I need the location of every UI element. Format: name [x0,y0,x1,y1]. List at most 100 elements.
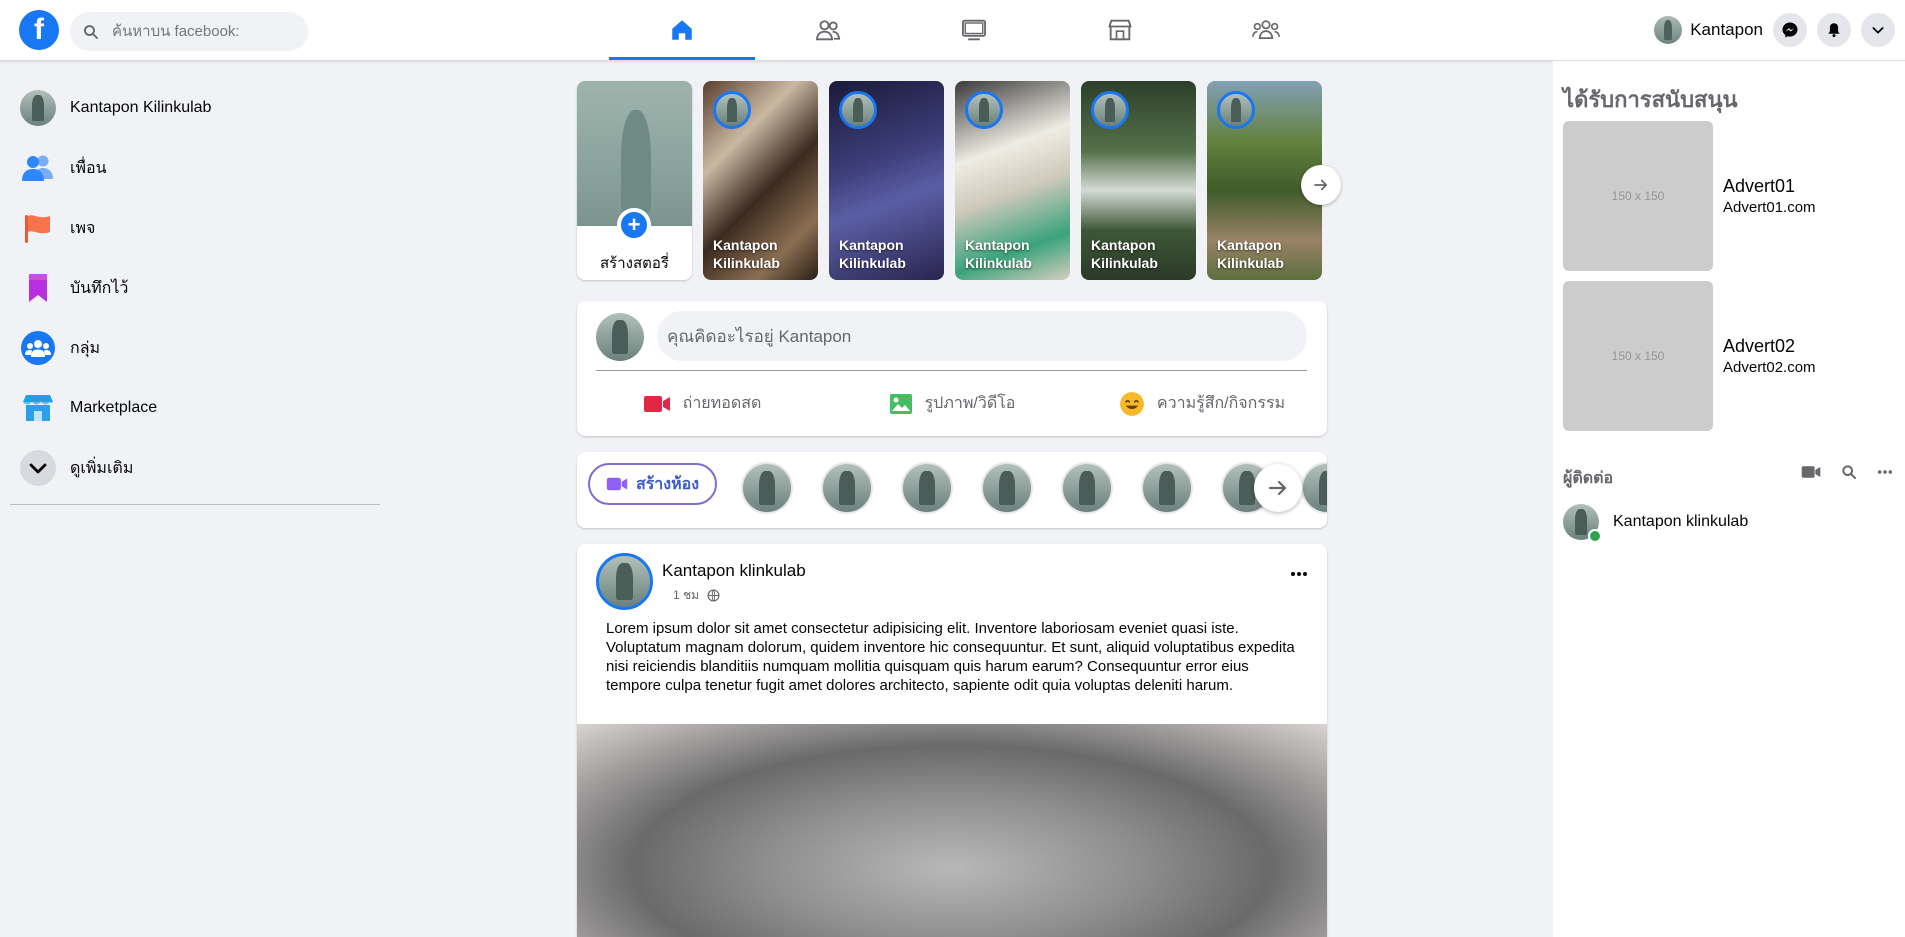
live-video-button[interactable]: ถ่ายทอดสด [577,381,827,426]
avatar [20,90,56,126]
story-name: Kantapon Kilinkulab [839,237,906,271]
feeling-activity-button[interactable]: ความรู้สึก/กิจกรรม [1077,381,1327,426]
room-avatar[interactable] [901,462,953,514]
post-options-button[interactable] [1287,564,1311,584]
ad-placeholder: 150 x 150 [1611,189,1665,203]
post-author[interactable]: Kantapon klinkulab [662,561,806,581]
plus-icon[interactable]: + [617,208,651,242]
story-card[interactable]: Kantapon Kilinkulab [829,81,944,280]
post-image[interactable] [577,724,1327,937]
create-story-card[interactable]: + สร้างสตอรี่ [577,81,692,280]
composer-divider [596,370,1307,371]
rooms-next-button[interactable] [1254,464,1302,512]
avatar[interactable] [596,553,653,610]
notifications-button[interactable] [1817,13,1851,47]
tab-watch[interactable] [901,0,1047,60]
post-meta: 1 ชม [673,586,720,605]
create-room-button[interactable]: สร้างห้อง [588,463,717,505]
avatar [1217,91,1255,129]
sidebar-item-saved[interactable]: บันทึกไว้ [10,258,380,318]
messenger-icon [1782,22,1798,38]
composer-input[interactable]: คุณคิดอะไรอยู่ Kantapon [657,311,1307,361]
story-card[interactable]: Kantapon Kilinkulab [703,81,818,280]
avatar [965,91,1003,129]
messenger-button[interactable] [1773,13,1807,47]
post-composer: คุณคิดอะไรอยู่ Kantapon ถ่ายทอดสด รูปภาพ… [577,301,1327,436]
facebook-logo[interactable]: f [19,10,59,50]
globe-icon [707,589,720,602]
avatar [839,91,877,129]
room-avatar[interactable] [741,462,793,514]
room-avatar[interactable] [1301,462,1327,514]
friends-icon [815,20,841,41]
sponsored-title: ได้รับการสนับสนุน [1563,87,1738,112]
right-sidebar: ได้รับการสนับสนุน 150 x 150 Advert01 Adv… [1553,61,1905,937]
tab-groups[interactable] [1193,0,1339,60]
search-input[interactable] [112,23,282,40]
tab-home[interactable] [609,0,755,60]
sidebar-item-pages[interactable]: เพจ [10,198,380,258]
more-horizontal-icon[interactable] [1877,464,1893,480]
tab-marketplace[interactable] [1047,0,1193,60]
video-camera-icon [606,477,628,491]
stories-next-button[interactable] [1301,165,1341,205]
ad-image[interactable]: 150 x 150 [1563,121,1713,271]
room-avatar[interactable] [821,462,873,514]
chevron-down-icon [20,450,56,486]
search-box[interactable] [70,12,308,51]
live-video-label: ถ่ายทอดสด [682,395,762,412]
video-camera-icon[interactable] [1801,464,1821,480]
room-avatar[interactable] [1141,462,1193,514]
feeling-activity-label: ความรู้สึก/กิจกรรม [1156,395,1286,412]
marketplace-icon [23,395,53,421]
contact-item[interactable]: Kantapon klinkulab [1563,504,1748,543]
sidebar-item-label: เพื่อน [70,159,107,177]
story-card[interactable]: Kantapon Kilinkulab [1081,81,1196,280]
marketplace-icon [1108,19,1132,41]
contacts-title: ผู้ติดต่อ [1563,470,1614,487]
search-icon[interactable] [1841,464,1857,480]
smiley-icon [1119,391,1144,416]
ad-url[interactable]: Advert02.com [1723,359,1816,376]
photo-video-button[interactable]: รูปภาพ/วิดีโอ [827,381,1077,426]
avatar [1654,16,1683,44]
avatar [713,91,751,129]
room-avatar[interactable] [981,462,1033,514]
profile-chip[interactable]: Kantapon [1654,16,1763,44]
arrow-right-icon [1268,480,1287,496]
sidebar-item-label: ดูเพิ่มเติม [70,459,134,477]
avatar [1563,504,1602,543]
ad-name[interactable]: Advert02 [1723,336,1795,357]
sidebar-item-label: เพจ [70,219,96,237]
sidebar-item-label: บันทึกไว้ [70,279,129,297]
sidebar-item-profile[interactable]: Kantapon Kilinkulab [10,78,380,138]
sidebar-item-friends[interactable]: เพื่อน [10,138,380,198]
ad-url[interactable]: Advert01.com [1723,199,1816,216]
post-time[interactable]: 1 ชม [673,586,699,605]
watch-icon [961,19,987,41]
ad-placeholder: 150 x 150 [1611,349,1665,363]
sidebar-item-see-more[interactable]: ดูเพิ่มเติม [10,438,380,498]
tab-friends[interactable] [755,0,901,60]
composer-actions: ถ่ายทอดสด รูปภาพ/วิดีโอ ความรู้สึก/กิจกร… [577,381,1327,426]
rooms-bar: สร้างห้อง [577,452,1327,528]
sidebar-item-label: Kantapon Kilinkulab [70,99,212,116]
sidebar-item-marketplace[interactable]: Marketplace [10,378,380,438]
video-camera-icon [643,395,670,412]
sidebar-item-label: กลุ่ม [70,339,101,357]
arrow-right-icon [1314,179,1328,191]
main-nav-tabs [609,0,1339,60]
create-room-label: สร้างห้อง [635,475,700,493]
story-name: Kantapon Kilinkulab [1091,237,1158,271]
header-actions: Kantapon [1654,0,1905,60]
account-menu-button[interactable] [1861,13,1895,47]
sidebar-divider [10,504,380,505]
sidebar-item-groups[interactable]: กลุ่ม [10,318,380,378]
groups-icon [21,331,55,365]
groups-icon [1251,20,1281,39]
ad-name[interactable]: Advert01 [1723,176,1795,197]
ad-image[interactable]: 150 x 150 [1563,281,1713,431]
room-avatar[interactable] [1061,462,1113,514]
story-card[interactable]: Kantapon Kilinkulab [955,81,1070,280]
photo-video-label: รูปภาพ/วิดีโอ [924,395,1016,412]
